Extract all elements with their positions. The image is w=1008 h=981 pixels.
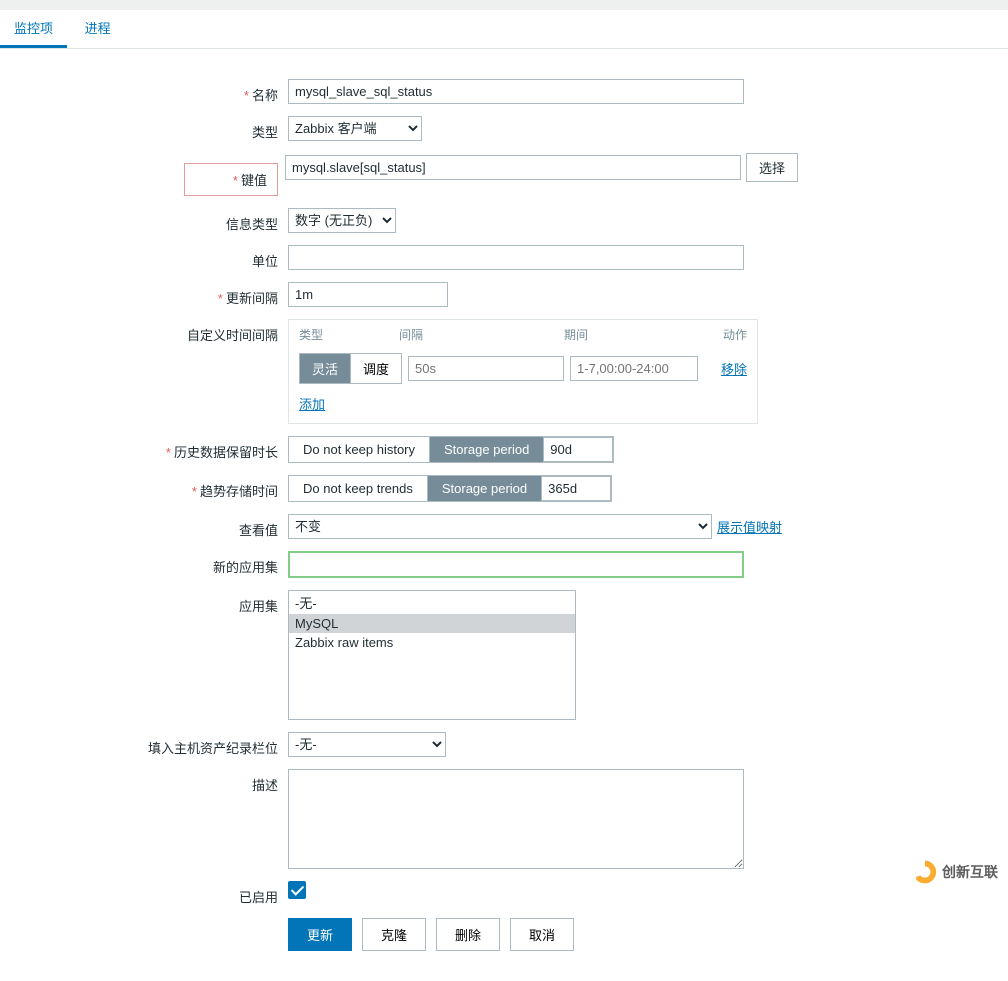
interval-type-scheduling[interactable]: 调度 — [350, 354, 401, 383]
new-application-input[interactable] — [288, 551, 744, 578]
trends-no-keep[interactable]: Do not keep trends — [289, 476, 427, 501]
history-segment-group: Do not keep history Storage period — [288, 436, 614, 463]
top-bar — [0, 0, 1008, 10]
key-input[interactable] — [285, 155, 741, 180]
label-applications: 应用集 — [0, 590, 288, 615]
label-description: 描述 — [0, 769, 288, 794]
info-type-select[interactable]: 数字 (无正负) — [288, 208, 396, 233]
show-value-mappings-link[interactable]: 展示值映射 — [717, 517, 782, 536]
app-item-none[interactable]: -无- — [289, 591, 575, 614]
intervals-header-type: 类型 — [299, 326, 399, 343]
interval-remove-link[interactable]: 移除 — [721, 359, 747, 378]
app-item-mysql[interactable]: MySQL — [289, 614, 575, 633]
trends-value-input[interactable] — [541, 476, 611, 501]
tab-monitoring-item[interactable]: 监控项 — [0, 10, 67, 48]
interval-period-input[interactable] — [570, 356, 698, 381]
description-textarea[interactable] — [288, 769, 744, 869]
interval-add-link[interactable]: 添加 — [289, 388, 335, 423]
delete-button[interactable]: 删除 — [436, 918, 500, 951]
watermark: 创新互联 — [912, 859, 998, 885]
label-unit: 单位 — [0, 245, 288, 270]
label-name: *名称 — [0, 79, 288, 104]
cancel-button[interactable]: 取消 — [510, 918, 574, 951]
label-update-interval: *更新间隔 — [0, 282, 288, 307]
form-area: *名称 类型 Zabbix 客户端 *键值 选择 信息类型 数字 (无正负) — [0, 49, 1008, 981]
action-buttons: 更新 克隆 删除 取消 — [288, 918, 1008, 951]
label-key: *键值 — [0, 153, 288, 196]
interval-type-segment: 灵活 调度 — [299, 353, 402, 384]
label-trend-storage: *趋势存储时间 — [0, 475, 288, 500]
history-value-input[interactable] — [543, 437, 613, 462]
interval-delay-input[interactable] — [408, 356, 564, 381]
watermark-text: 创新互联 — [942, 862, 998, 882]
watermark-logo-icon — [912, 859, 938, 885]
applications-list[interactable]: -无- MySQL Zabbix raw items — [288, 590, 576, 720]
intervals-header-delay: 间隔 — [399, 326, 564, 343]
app-item-zabbix-raw[interactable]: Zabbix raw items — [289, 633, 575, 652]
intervals-header-period: 期间 — [564, 326, 704, 343]
show-value-select[interactable]: 不变 — [288, 514, 712, 539]
update-button[interactable]: 更新 — [288, 918, 352, 951]
update-interval-input[interactable] — [288, 282, 448, 307]
label-history-storage: *历史数据保留时长 — [0, 436, 288, 461]
trends-segment-group: Do not keep trends Storage period — [288, 475, 612, 502]
label-new-application: 新的应用集 — [0, 551, 288, 576]
tabs-container: 监控项 进程 — [0, 10, 1008, 49]
interval-type-flexible[interactable]: 灵活 — [300, 354, 350, 383]
host-inventory-select[interactable]: -无- — [288, 732, 446, 757]
name-input[interactable] — [288, 79, 744, 104]
trends-storage-period[interactable]: Storage period — [427, 476, 541, 501]
history-no-keep[interactable]: Do not keep history — [289, 437, 429, 462]
label-show-value: 查看值 — [0, 514, 288, 539]
label-type: 类型 — [0, 116, 288, 141]
select-button[interactable]: 选择 — [746, 153, 798, 182]
enabled-checkbox[interactable] — [288, 881, 306, 899]
label-info-type: 信息类型 — [0, 208, 288, 233]
custom-intervals-box: 类型 间隔 期间 动作 灵活 调度 移除 添加 — [288, 319, 758, 424]
intervals-header-action: 动作 — [704, 326, 747, 343]
clone-button[interactable]: 克隆 — [362, 918, 426, 951]
label-enabled: 已启用 — [0, 881, 288, 906]
type-select[interactable]: Zabbix 客户端 — [288, 116, 422, 141]
history-storage-period[interactable]: Storage period — [429, 437, 543, 462]
label-custom-intervals: 自定义时间间隔 — [0, 319, 288, 344]
tab-process[interactable]: 进程 — [71, 10, 125, 45]
label-host-inventory: 填入主机资产纪录栏位 — [0, 732, 288, 757]
unit-input[interactable] — [288, 245, 744, 270]
